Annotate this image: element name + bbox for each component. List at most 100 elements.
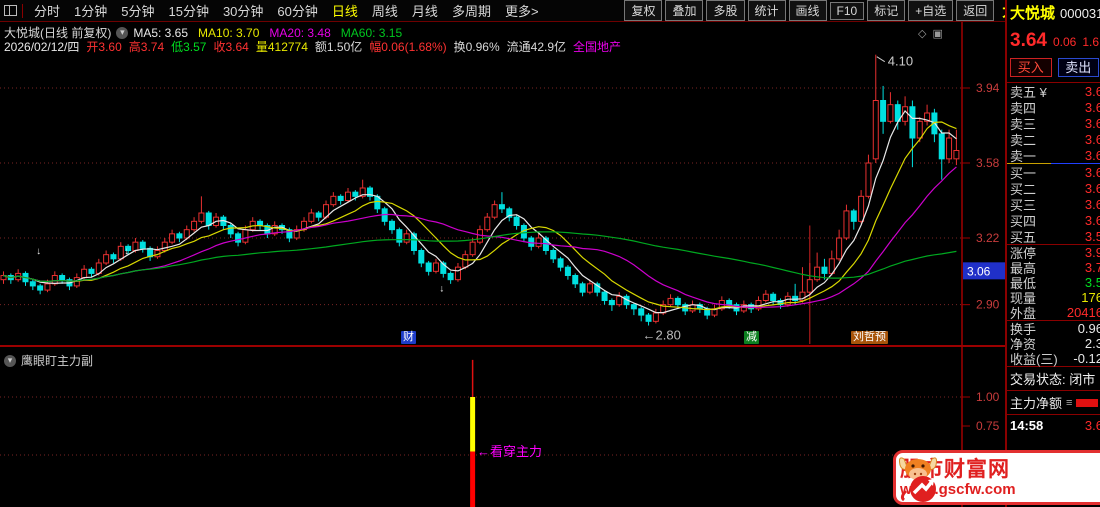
bull-icon <box>899 456 937 502</box>
trade-buttons: 买入 卖出 <box>1007 54 1100 82</box>
trade-status: 交易状态: 闭市 <box>1010 372 1096 387</box>
quote-stat-row-value: 20416 <box>1066 305 1100 320</box>
toolbar-button-4[interactable]: 画线 <box>788 0 827 21</box>
order-book: 卖五 ¥3.6卖四3.6卖三3.6卖二3.6卖一3.6买一3.6买二3.6买三3… <box>1007 83 1100 245</box>
period-tab-8[interactable]: 月线 <box>405 1 445 20</box>
toolbar-button-0[interactable]: 复权 <box>624 0 663 21</box>
svg-text:↓: ↓ <box>439 284 444 295</box>
stock-name: 大悦城 <box>1010 5 1056 22</box>
toolbar-button-3[interactable]: 统计 <box>747 0 786 21</box>
order-book-row-value: 3.6 <box>1084 147 1100 163</box>
order-book-row-value: 3.5 <box>1084 228 1100 244</box>
window-split-icon[interactable] <box>4 5 17 16</box>
order-book-row[interactable]: 买五3.5 <box>1007 228 1100 245</box>
main-net-flow-row[interactable]: 主力净额 ≡ <box>1007 391 1100 414</box>
svg-text:2.90: 2.90 <box>976 298 1000 312</box>
chart-corner-icons[interactable]: ◇▣ <box>918 27 949 40</box>
period-tab-6[interactable]: 日线 <box>325 1 365 20</box>
toolbar-button-6[interactable]: 标记 <box>867 0 906 21</box>
trading-app-window: 分时 1分钟 5分钟 15分钟 30分钟 60分钟 日线 周线 月线 多周期 更多> 复权 叠加 多股统… <box>0 0 1100 507</box>
last-price: 3.64 <box>1010 30 1047 51</box>
svg-text:↓: ↓ <box>36 246 41 257</box>
top-menu-bar: 分时 1分钟 5分钟 15分钟 30分钟 60分钟 日线 周线 月线 多周期 更多> 复权 叠加 多股统… <box>0 0 1100 22</box>
period-tab-group: 分时 1分钟 5分钟 15分钟 30分钟 60分钟 日线 周线 月线 多周期 更多> <box>27 1 546 20</box>
quote-ratio-row-value: 0.96 <box>1077 321 1100 336</box>
svg-text:3.22: 3.22 <box>976 231 1000 245</box>
period-tab-3[interactable]: 15分钟 <box>161 1 215 20</box>
toolbar-button-8[interactable]: 返回 <box>956 0 995 21</box>
price-change-pct: 1.6 <box>1082 35 1100 49</box>
quote-ratio-row[interactable]: 收益(三) -0.12 <box>1007 351 1100 367</box>
list-icon[interactable]: ≡ <box>1066 397 1072 409</box>
quote-field: 量412774 <box>255 40 308 54</box>
toolbar-button-group: 复权 叠加 多股 统计 画线 F10 标记 +自选 返回 <box>624 0 997 21</box>
quote-field: 全国地产 <box>573 40 622 54</box>
period-tab-7[interactable]: 周线 <box>365 1 405 20</box>
time-price: 3.6 <box>1084 418 1100 433</box>
quote-field: 换0.96% <box>453 40 500 54</box>
order-book-row-value: 3.6 <box>1084 99 1100 115</box>
collapse-chevron-icon[interactable]: ▾ <box>116 26 129 39</box>
order-book-row[interactable]: 卖一3.6 <box>1007 147 1100 164</box>
quote-stat-row-value: 3.5 <box>1084 275 1100 290</box>
stock-code: 000031 <box>1060 6 1100 21</box>
svg-text:3.58: 3.58 <box>976 156 1000 170</box>
toolbar-button-7[interactable]: +自选 <box>908 0 954 21</box>
period-tab-9[interactable]: 多周期 <box>445 1 498 20</box>
quote-panel: 大悦城 000031 3.64 0.06 1.6 买入 卖出 卖五 ¥3.6卖四… <box>1005 0 1100 507</box>
quote-field: 2026/02/12/四 <box>4 40 80 54</box>
toolbar-button-2[interactable]: 多股 <box>706 0 745 21</box>
toolbar-button-1[interactable]: 叠加 <box>665 0 704 21</box>
sell-button[interactable]: 卖出 <box>1057 58 1099 77</box>
svg-text:0.75: 0.75 <box>976 419 1000 433</box>
svg-text:3.06: 3.06 <box>967 264 991 278</box>
order-book-row-value: 3.6 <box>1084 115 1100 131</box>
svg-text:3.94: 3.94 <box>976 81 1000 95</box>
quote-ratio-row-label: 收益(三) <box>1010 352 1058 367</box>
quote-ratios: 换手0.96净资2.3收益(三)-0.12 <box>1007 321 1100 367</box>
buy-button[interactable]: 买入 <box>1010 58 1052 77</box>
order-book-row-value: 3.6 <box>1084 164 1100 180</box>
svg-text:4.10: 4.10 <box>888 54 913 69</box>
time-row: 14:58 3.6 <box>1007 415 1100 433</box>
svg-text:↓: ↓ <box>124 246 129 257</box>
sub-indicator-chart[interactable]: 1.00 0.75 <box>0 347 1005 507</box>
svg-text:1.00: 1.00 <box>976 390 1000 404</box>
period-tab-5[interactable]: 60分钟 <box>270 1 324 20</box>
quote-stat-row[interactable]: 外盘 20416 <box>1007 305 1100 321</box>
main-candlestick-chart[interactable]: 3.94 3.58 3.22 2.90 4.10 ←2.80 ↓ ↓ ↓ 3.06 <box>0 22 1005 345</box>
quote-ratio-row-value: -0.12 <box>1073 351 1100 366</box>
quote-stat-row-value: 176 <box>1081 290 1100 305</box>
timeline-tag[interactable]: 减 <box>744 331 759 344</box>
order-book-row-value: 3.6 <box>1084 83 1100 99</box>
quote-field: 开3.60 <box>86 40 122 54</box>
order-book-row-value: 3.6 <box>1084 212 1100 228</box>
sub-indicator-name: 鹰眼盯主力副 <box>21 354 94 368</box>
quote-field: 低3.57 <box>171 40 207 54</box>
period-tab-0[interactable]: 分时 <box>27 1 67 20</box>
period-tab-4[interactable]: 30分钟 <box>216 1 270 20</box>
period-tab-10[interactable]: 更多> <box>498 1 546 20</box>
quote-field: 流通42.9亿 <box>506 40 567 54</box>
quote-field: 高3.74 <box>128 40 165 54</box>
period-tab-1[interactable]: 1分钟 <box>67 1 114 20</box>
quote-stat-row-value: 3.7 <box>1084 260 1100 275</box>
toolbar-button-5[interactable]: F10 <box>829 1 865 20</box>
price-change: 0.06 <box>1052 35 1077 49</box>
panel-separator-line <box>0 345 1005 347</box>
quote-info-line: 2026/02/12/四 开3.60 高3.74 低3.57 收3.64 量412774 额… <box>4 38 628 55</box>
quote-price-row: 3.64 0.06 1.6 <box>1007 23 1100 54</box>
quote-panel-stock: 大悦城 000031 <box>1007 0 1100 23</box>
quote-stat-row-value: 3.9 <box>1084 245 1100 260</box>
flow-bar <box>1076 398 1099 407</box>
quote-field: 幅0.06(1.68%) <box>369 40 447 54</box>
quote-time: 14:58 <box>1010 418 1044 433</box>
period-tab-2[interactable]: 5分钟 <box>114 1 161 20</box>
timeline-tag[interactable]: 刘哲预 <box>851 331 888 344</box>
quote-stats: 涨停3.9最高3.7最低3.5现量176外盘20416 <box>1007 245 1100 321</box>
sub-indicator-label[interactable]: ▾ 鹰眼盯主力副 <box>4 352 93 369</box>
flow-label: 主力净额 <box>1010 396 1063 411</box>
collapse-chevron-icon[interactable]: ▾ <box>4 354 16 367</box>
quote-ratio-row-value: 2.3 <box>1084 336 1100 351</box>
timeline-tag[interactable]: 财 <box>401 331 416 344</box>
